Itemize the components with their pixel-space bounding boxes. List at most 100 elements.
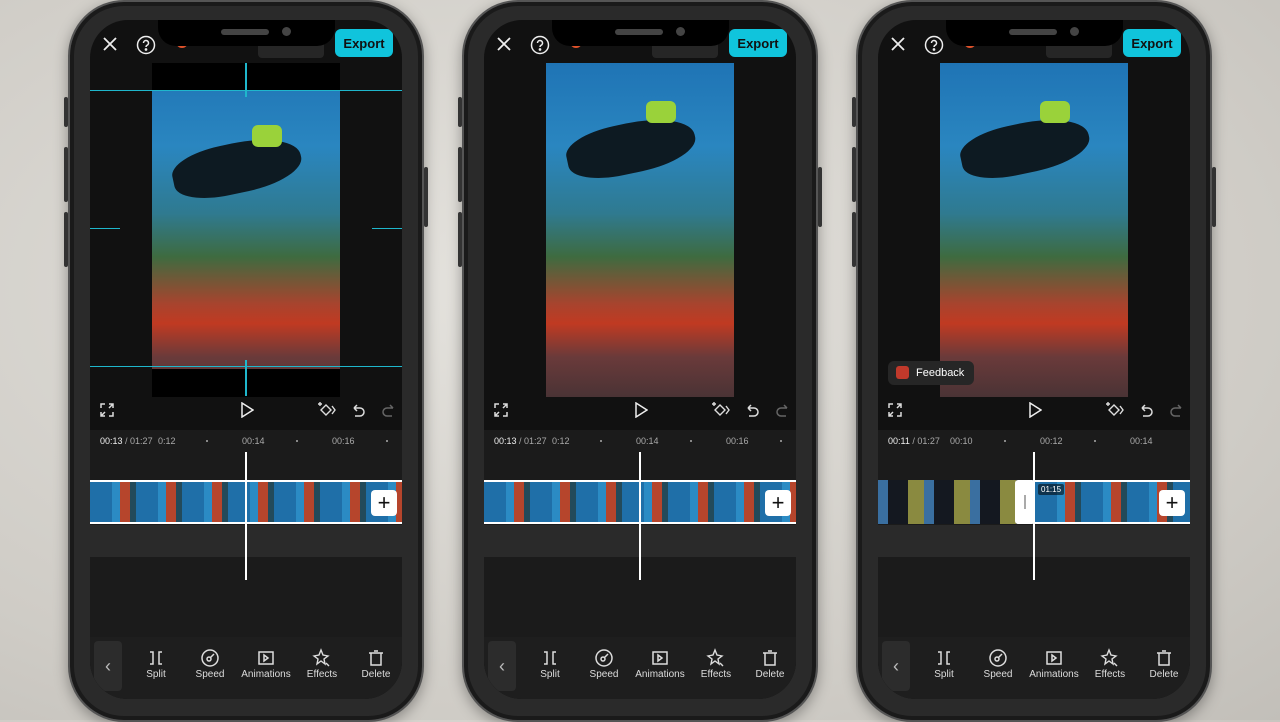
speaker: [1009, 29, 1057, 35]
add-clip-button[interactable]: +: [1159, 490, 1185, 516]
tool-split[interactable]: Split: [128, 647, 184, 680]
app-screen: Export 00:13 / 01:27 0:12 00:14 00:16 + ‹ Split…: [484, 20, 796, 699]
tool-animations[interactable]: Animations: [1026, 647, 1082, 680]
current-time: 00:11: [888, 436, 910, 446]
crop-guide[interactable]: [372, 228, 402, 229]
feedback-icon: [896, 366, 909, 379]
split-icon: [916, 647, 972, 669]
keyframe-icon[interactable]: [316, 400, 338, 420]
close-icon[interactable]: [494, 34, 514, 54]
crop-guide[interactable]: [245, 360, 247, 396]
tool-label: Effects: [1094, 669, 1126, 680]
fullscreen-icon[interactable]: [886, 401, 904, 419]
tool-split[interactable]: Split: [522, 647, 578, 680]
notch: [158, 20, 335, 46]
redo-icon[interactable]: [380, 401, 398, 419]
tool-speed[interactable]: Speed: [182, 647, 238, 680]
undo-icon[interactable]: [1137, 401, 1155, 419]
close-icon[interactable]: [100, 34, 120, 54]
play-icon[interactable]: [1026, 401, 1044, 419]
power-button: [1212, 167, 1216, 227]
tick-dot: [386, 440, 388, 442]
tool-effects[interactable]: Effects: [1082, 647, 1138, 680]
video-clip[interactable]: [878, 480, 1016, 524]
video-preview[interactable]: [546, 63, 734, 397]
tool-label: Speed: [589, 669, 619, 680]
tool-delete[interactable]: Delete: [1136, 647, 1190, 680]
add-clip-button[interactable]: +: [765, 490, 791, 516]
help-icon[interactable]: [923, 34, 945, 56]
camera: [282, 27, 291, 36]
crop-guide[interactable]: [245, 63, 247, 97]
playhead[interactable]: [1033, 452, 1035, 580]
timecode: 00:13 / 01:27: [100, 436, 153, 446]
play-icon[interactable]: [632, 401, 650, 419]
undo-icon[interactable]: [743, 401, 761, 419]
time-tick: 0:12: [552, 436, 570, 446]
side-button: [64, 212, 68, 267]
keyframe-icon[interactable]: [710, 400, 732, 420]
keyframe-icon[interactable]: [1104, 400, 1126, 420]
power-button: [424, 167, 428, 227]
tool-split[interactable]: Split: [916, 647, 972, 680]
tool-animations[interactable]: Animations: [238, 647, 294, 680]
help-icon[interactable]: [529, 34, 551, 56]
crop-guide[interactable]: [90, 228, 120, 229]
tool-speed[interactable]: Speed: [970, 647, 1026, 680]
speaker: [221, 29, 269, 35]
play-icon[interactable]: [238, 401, 256, 419]
tool-label: Animations: [1029, 669, 1079, 680]
back-button[interactable]: ‹: [488, 641, 516, 691]
feedback-button[interactable]: Feedback: [888, 361, 975, 385]
video-preview[interactable]: [152, 63, 340, 397]
playhead[interactable]: [639, 452, 641, 580]
time-tick: 00:16: [726, 436, 749, 446]
export-button[interactable]: Export: [335, 29, 393, 57]
delete-icon: [348, 647, 402, 669]
tool-effects[interactable]: Effects: [688, 647, 744, 680]
back-button[interactable]: ‹: [882, 641, 910, 691]
side-button: [458, 212, 462, 267]
speed-icon: [576, 647, 632, 669]
help-icon[interactable]: [135, 34, 157, 56]
playhead[interactable]: [245, 452, 247, 580]
time-tick: 00:14: [1130, 436, 1153, 446]
animations-icon: [632, 647, 688, 669]
export-button[interactable]: Export: [1123, 29, 1181, 57]
power-button: [818, 167, 822, 227]
add-clip-button[interactable]: +: [371, 490, 397, 516]
export-button[interactable]: Export: [729, 29, 787, 57]
time-tick: 00:16: [332, 436, 355, 446]
video-preview[interactable]: [940, 63, 1128, 397]
tool-effects[interactable]: Effects: [294, 647, 350, 680]
close-icon[interactable]: [888, 34, 908, 54]
undo-icon[interactable]: [349, 401, 367, 419]
delete-icon: [742, 647, 796, 669]
bottom-toolbar: ‹ Split Speed Animations Effects Delete: [878, 637, 1190, 699]
app-screen: Export 00:13 / 01:27 0:12 00:14 00:16 + ‹ Split…: [90, 20, 402, 699]
time-tick: 0:12: [158, 436, 176, 446]
transition-joint[interactable]: [1015, 480, 1035, 524]
tool-animations[interactable]: Animations: [632, 647, 688, 680]
total-time: / 01:27: [519, 436, 547, 446]
tool-label: Delete: [755, 669, 785, 680]
tick-dot: [780, 440, 782, 442]
tool-delete[interactable]: Delete: [348, 647, 402, 680]
back-button[interactable]: ‹: [94, 641, 122, 691]
redo-icon[interactable]: [774, 401, 792, 419]
tool-label: Animations: [635, 669, 685, 680]
diver: [956, 110, 1094, 186]
phone-frame: Export Feedback 00:11 / 01:27 00:10 00:12 00:…: [852, 0, 1216, 722]
tool-speed[interactable]: Speed: [576, 647, 632, 680]
tool-delete[interactable]: Delete: [742, 647, 796, 680]
side-button: [852, 212, 856, 267]
fullscreen-icon[interactable]: [98, 401, 116, 419]
tank: [252, 125, 282, 147]
side-button: [458, 147, 462, 202]
clip-duration: 01:15: [1038, 484, 1065, 495]
timecode: 00:13 / 01:27: [494, 436, 547, 446]
speaker: [615, 29, 663, 35]
fullscreen-icon[interactable]: [492, 401, 510, 419]
redo-icon[interactable]: [1168, 401, 1186, 419]
delete-icon: [1136, 647, 1190, 669]
